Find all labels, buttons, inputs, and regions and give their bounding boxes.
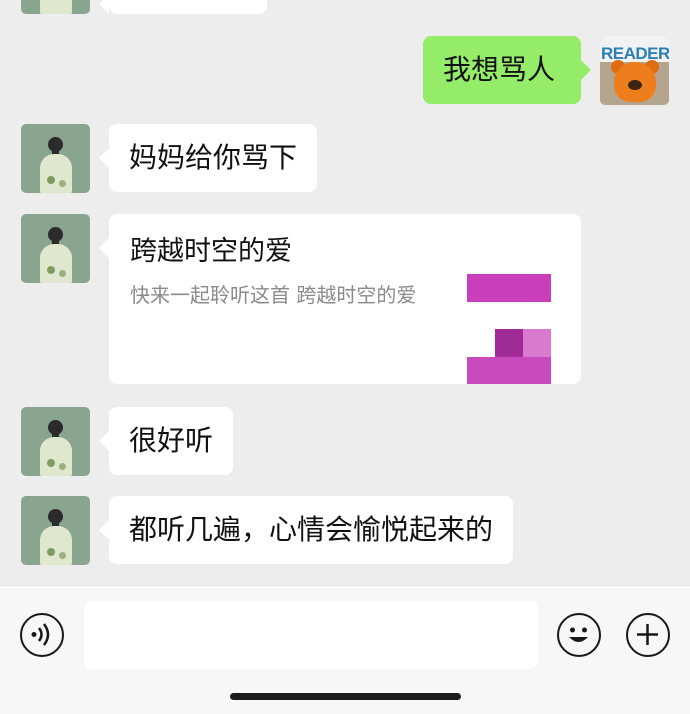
contact-avatar[interactable] [21, 496, 90, 565]
message-text: 我想骂人 [443, 53, 556, 86]
chat-area: 我想骂人 READER 妈妈给你骂下 跨越时空的爱 快来一起聆听这首 跨越时空的… [0, 0, 690, 585]
contact-avatar[interactable] [21, 124, 90, 193]
message-bubble-outgoing[interactable]: 我想骂人 [423, 36, 591, 104]
voice-icon[interactable] [20, 613, 64, 657]
plus-icon[interactable] [626, 613, 670, 657]
message-bubble-incoming[interactable]: 妈妈给你骂下 [98, 124, 318, 192]
contact-avatar[interactable] [21, 214, 90, 283]
emoji-icon[interactable] [557, 613, 601, 657]
card-description: 快来一起聆听这首 跨越时空的爱 [130, 283, 417, 307]
music-share-card[interactable]: 跨越时空的爱 快来一起聆听这首 跨越时空的爱 [99, 214, 581, 384]
message-bubble-incoming[interactable]: 很好听 [98, 407, 234, 475]
message-bubble-incoming[interactable]: 都听几遍，心情会愉悦起来的 [98, 496, 514, 564]
message-bubble-partial[interactable] [99, 0, 267, 14]
message-text: 妈妈给你骂下 [129, 141, 298, 174]
message-text: 很好听 [129, 424, 214, 457]
magazine-label: READER [601, 44, 669, 63]
input-bar [0, 585, 690, 714]
contact-avatar[interactable] [21, 0, 90, 14]
message-input[interactable] [84, 601, 538, 669]
message-text: 都听几遍，心情会愉悦起来的 [129, 513, 494, 546]
card-title: 跨越时空的爱 [130, 236, 292, 267]
self-avatar[interactable]: READER [600, 36, 669, 105]
card-thumbnail [467, 274, 551, 384]
home-indicator[interactable] [230, 693, 461, 700]
contact-avatar[interactable] [21, 407, 90, 476]
